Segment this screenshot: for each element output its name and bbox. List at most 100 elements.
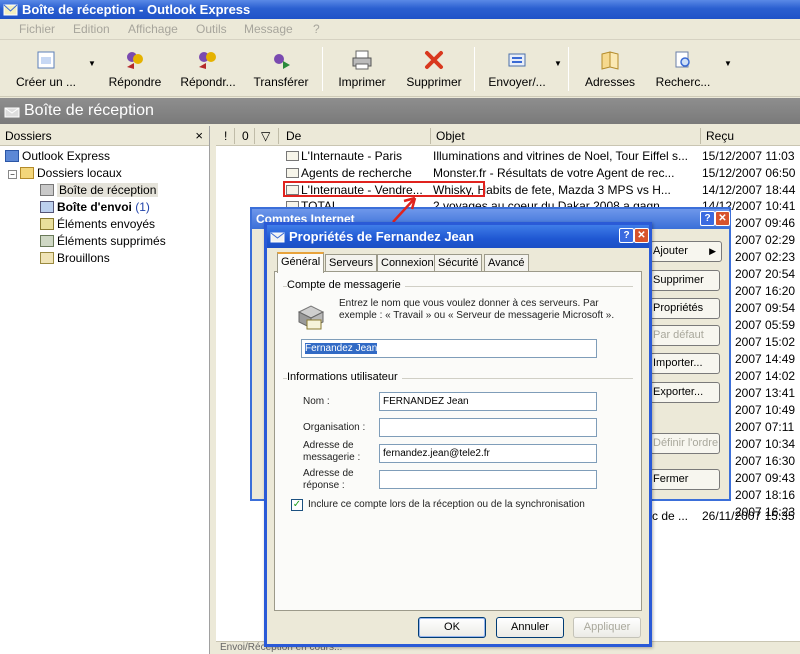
help-icon[interactable]: ?	[619, 228, 634, 243]
folder-outlook-express[interactable]: Outlook Express	[5, 148, 110, 165]
reply-button[interactable]: Répondre	[103, 41, 167, 97]
tab-avance[interactable]: Avancé	[484, 254, 529, 272]
delete-button[interactable]: Supprimer	[400, 41, 468, 97]
addresses-button[interactable]: Adresses	[576, 41, 644, 97]
tab-securite[interactable]: Sécurité	[434, 254, 483, 272]
message-row-date: 2007 09:54	[735, 301, 796, 315]
create-mail-button[interactable]: Créer un ... ▼	[10, 41, 96, 97]
name-label: Nom :	[303, 396, 330, 407]
reply-all-button[interactable]: Répondr...	[176, 41, 240, 97]
message-row[interactable]: L'Internaute - Paris Illuminations and v…	[216, 148, 800, 165]
message-row-date: 2007 09:46	[735, 216, 796, 230]
find-icon	[675, 51, 690, 68]
delete-x-icon	[425, 51, 443, 69]
comptes-export-button[interactable]: Exporter...	[650, 382, 720, 403]
menu-help[interactable]: ?	[313, 22, 320, 36]
name-field[interactable]: FERNANDEZ Jean	[379, 392, 597, 411]
send-receive-button[interactable]: Envoyer/... ▼	[482, 41, 562, 97]
outlook-express-icon	[5, 150, 19, 162]
props-title: Propriétés de Fernandez Jean	[289, 229, 474, 244]
search-button[interactable]: Recherc... ▼	[650, 41, 732, 97]
close-icon[interactable]: ✕	[634, 228, 649, 243]
folder-outbox[interactable]: Boîte d'envoi (1)	[40, 199, 150, 216]
account-properties-dialog: Propriétés de Fernandez Jean ? ✕ Général…	[264, 222, 652, 647]
general-tab-panel: Compte de messagerie Entrez le nom que v…	[274, 271, 642, 611]
cancel-button[interactable]: Annuler	[496, 617, 564, 638]
message-row-date: 2007 10:49	[735, 403, 796, 417]
address-book-icon	[601, 51, 619, 70]
comptes-remove-button[interactable]: Supprimer	[650, 270, 720, 291]
window-title-bar[interactable]: Boîte de réception - Outlook Express	[0, 0, 800, 19]
tab-connexion[interactable]: Connexion	[377, 254, 438, 272]
dropdown-arrow-icon[interactable]: ▼	[88, 59, 96, 68]
folder-deleted[interactable]: Éléments supprimés	[40, 233, 166, 250]
reply-address-label: Adresse de réponse :	[303, 468, 354, 491]
tab-serveurs[interactable]: Serveurs	[325, 254, 378, 272]
reply-address-field[interactable]	[379, 470, 597, 489]
folder-drafts[interactable]: Brouillons	[40, 250, 110, 267]
message-row-date: 2007 13:41	[735, 386, 796, 400]
group-user-label: Informations utilisateur	[287, 371, 402, 383]
ok-button[interactable]: OK	[418, 617, 486, 638]
outlook-express-icon	[3, 4, 18, 16]
inbox-icon	[4, 107, 20, 118]
flag-column-icon[interactable]: ▽	[261, 129, 270, 143]
tab-general[interactable]: Général	[277, 252, 325, 273]
folder-header: Boîte de réception	[0, 98, 800, 124]
folder-sent[interactable]: Éléments envoyés	[40, 216, 155, 233]
menu-edition[interactable]: Edition	[73, 22, 110, 36]
message-row-date: 2007 16:20	[735, 284, 796, 298]
message-row-date: 2007 16:30	[735, 454, 796, 468]
new-mail-icon	[37, 51, 55, 69]
organization-field[interactable]	[379, 418, 597, 437]
include-account-checkbox[interactable]: ✓	[291, 499, 303, 511]
menu-fichier[interactable]: Fichier	[19, 22, 55, 36]
menu-arrow-icon: ▶	[709, 246, 716, 256]
account-icon	[270, 232, 285, 243]
dropdown-arrow-icon[interactable]: ▼	[724, 59, 732, 68]
comptes-close-button[interactable]: Fermer	[650, 469, 720, 490]
help-icon[interactable]: ?	[700, 211, 715, 226]
account-name-field[interactable]: Fernandez Jean	[301, 339, 597, 358]
message-row-date: 2007 18:16	[735, 488, 796, 502]
dropdown-arrow-icon[interactable]: ▼	[554, 59, 562, 68]
print-button[interactable]: Imprimer	[330, 41, 394, 97]
folder-inbox[interactable]: Boîte de réception	[40, 182, 159, 199]
message-row-date: 2007 10:34	[735, 437, 796, 451]
comptes-default-button[interactable]: Par défaut	[650, 325, 720, 346]
message-row-date: 2007 05:59	[735, 318, 796, 332]
window-title: Boîte de réception - Outlook Express	[22, 2, 251, 17]
local-folders-icon	[20, 167, 34, 179]
props-title-bar[interactable]: Propriétés de Fernandez Jean ? ✕	[267, 225, 649, 248]
folder-dossiers-locaux[interactable]: − Dossiers locaux	[8, 165, 122, 182]
group-account-label: Compte de messagerie	[287, 279, 405, 291]
menu-message[interactable]: Message	[244, 22, 293, 36]
menu-outils[interactable]: Outils	[196, 22, 227, 36]
account-hint-text: Entrez le nom que vous voulez donner à c…	[339, 298, 615, 321]
column-from[interactable]: De	[286, 129, 301, 143]
message-row[interactable]: Agents de recherche Monster.fr - Résulta…	[216, 165, 800, 182]
close-icon[interactable]: ×	[195, 126, 203, 146]
apply-button[interactable]: Appliquer	[573, 617, 641, 638]
printer-icon	[352, 50, 372, 70]
organization-label: Organisation :	[303, 422, 366, 433]
collapse-icon[interactable]: −	[8, 170, 17, 179]
include-account-label: Inclure ce compte lors de la réception o…	[308, 499, 585, 510]
outbox-count: (1)	[135, 200, 150, 214]
comptes-add-button[interactable]: Ajouter ▶	[650, 241, 722, 262]
column-subject[interactable]: Objet	[436, 129, 465, 143]
drafts-icon	[40, 252, 54, 264]
trash-icon	[40, 235, 54, 247]
priority-column-icon[interactable]: !	[224, 129, 227, 143]
column-received[interactable]: Reçu	[706, 129, 734, 143]
forward-button[interactable]: Transférer	[248, 41, 314, 97]
menu-bar: Fichier Edition Affichage Outils Message…	[0, 19, 800, 40]
attachment-column-icon[interactable]: 0	[242, 129, 249, 143]
comptes-order-button[interactable]: Définir l'ordre...	[650, 433, 720, 454]
menu-affichage[interactable]: Affichage	[128, 22, 178, 36]
email-field[interactable]: fernandez.jean@tele2.fr	[379, 444, 597, 463]
close-icon[interactable]: ✕	[715, 211, 730, 226]
comptes-properties-button[interactable]: Propriétés	[650, 298, 720, 319]
mail-server-icon	[297, 305, 325, 330]
comptes-import-button[interactable]: Importer...	[650, 353, 720, 374]
